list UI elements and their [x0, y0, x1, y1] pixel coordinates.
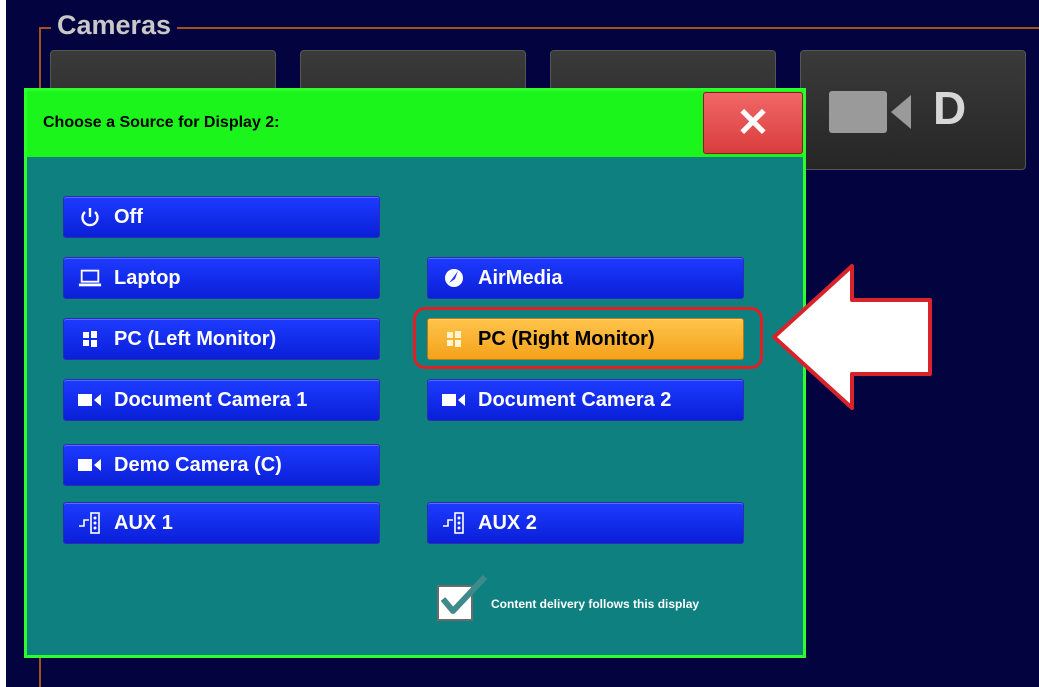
source-button-demo-camera-c[interactable]: Demo Camera (C) — [63, 444, 380, 486]
camera-tile-d[interactable]: D — [800, 50, 1026, 170]
source-button-off[interactable]: Off — [63, 196, 380, 238]
camera-tile-label: D — [933, 82, 967, 134]
checkmark-icon — [440, 574, 488, 614]
aux-icon — [442, 511, 466, 535]
source-button-label: PC (Right Monitor) — [478, 327, 655, 350]
cameras-group-title: Cameras — [51, 8, 178, 42]
aux-icon — [78, 511, 102, 535]
source-button-airmedia[interactable]: AirMedia — [427, 257, 744, 299]
camera-icon — [78, 453, 102, 477]
source-button-label: Demo Camera (C) — [114, 453, 282, 476]
source-button-pc-right[interactable]: PC (Right Monitor) — [427, 318, 744, 360]
power-icon — [78, 205, 102, 229]
content-delivery-checkbox[interactable] — [437, 574, 488, 621]
windows-icon — [442, 327, 466, 351]
control-panel: Cameras D Choose a Source for Display 2:… — [6, 0, 1039, 687]
camera-icon — [78, 388, 102, 412]
source-button-document-camera-2[interactable]: Document Camera 2 — [427, 379, 744, 421]
source-button-label: Document Camera 1 — [114, 388, 308, 411]
source-button-label: AUX 2 — [478, 511, 537, 534]
laptop-icon — [78, 266, 102, 290]
source-button-laptop[interactable]: Laptop — [63, 257, 380, 299]
source-button-pc-left[interactable]: PC (Left Monitor) — [63, 318, 380, 360]
source-button-label: AirMedia — [478, 266, 563, 289]
source-button-label: AUX 1 — [114, 511, 173, 534]
video-camera-icon — [829, 91, 911, 133]
windows-icon — [78, 327, 102, 351]
dialog-header: Choose a Source for Display 2: ✕ — [27, 91, 803, 157]
content-delivery-label: Content delivery follows this display — [491, 597, 700, 611]
cameras-group-border-top — [39, 27, 1039, 29]
pointer-arrow-icon — [772, 264, 932, 410]
source-button-aux-1[interactable]: AUX 1 — [63, 502, 380, 544]
dialog-title: Choose a Source for Display 2: — [43, 114, 280, 131]
camera-icon — [442, 388, 466, 412]
source-button-label: Off — [114, 205, 143, 228]
source-button-document-camera-1[interactable]: Document Camera 1 — [63, 379, 380, 421]
source-select-dialog: Choose a Source for Display 2: ✕ Off Lap… — [24, 88, 806, 658]
source-button-label: Document Camera 2 — [478, 388, 672, 411]
close-button[interactable]: ✕ — [703, 92, 803, 154]
airmedia-icon — [442, 266, 466, 290]
close-icon: ✕ — [736, 101, 770, 145]
source-button-aux-2[interactable]: AUX 2 — [427, 502, 744, 544]
source-button-label: Laptop — [114, 266, 181, 289]
source-button-label: PC (Left Monitor) — [114, 327, 277, 350]
